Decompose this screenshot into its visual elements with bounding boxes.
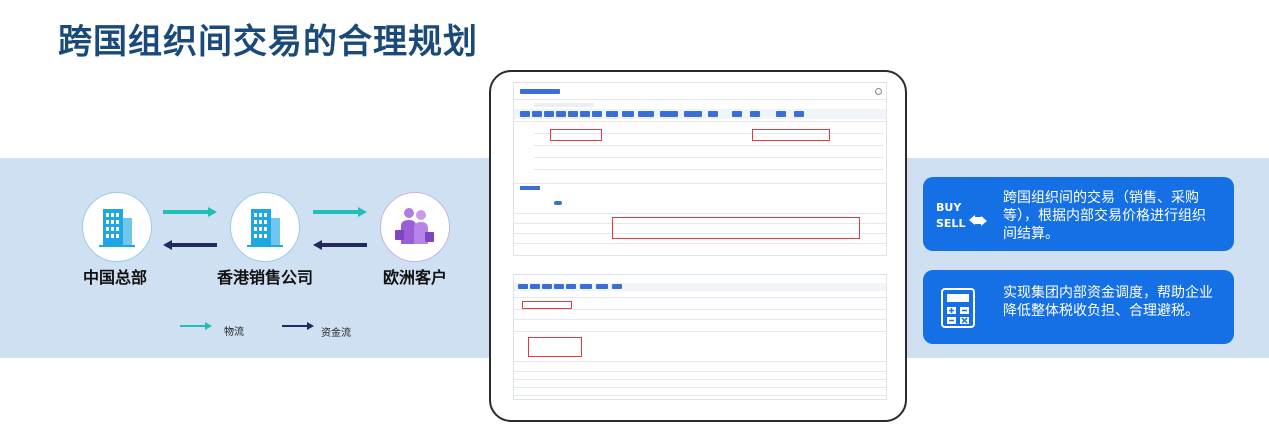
buy-sell-icon: BUY SELL [936, 201, 987, 230]
card-fund-scheduling: 实现集团内部资金调度，帮助企业降低整体税收负担、合理避税。 [923, 270, 1234, 344]
svg-text:SELL: SELL [936, 217, 965, 230]
svg-text:BUY: BUY [936, 201, 962, 214]
legend-goods-label: 物流 [224, 327, 244, 338]
screenshot-frame [489, 70, 907, 422]
building-icon [99, 209, 135, 247]
building-icon [247, 209, 283, 247]
mini-highlight-org [550, 129, 602, 141]
mini-highlight-header [522, 301, 572, 309]
mini-detail-tab [520, 186, 540, 190]
mini-search-icon [875, 88, 882, 95]
mini-toggle [554, 201, 562, 205]
eu-customer-circle [380, 192, 450, 262]
card-fund-scheduling-text: 实现集团内部资金调度，帮助企业降低整体税收负担、合理避税。 [1003, 285, 1213, 319]
card-intercompany-trade-text: 跨国组织间的交易（销售、采购等），根据内部交易价格进行组织间结算。 [1003, 190, 1206, 242]
china-hq-label: 中国总部 [83, 268, 148, 287]
intercompany-order-screenshot [513, 82, 887, 256]
china-hq-circle [82, 192, 152, 262]
calculator-icon [941, 288, 975, 328]
mini-app-logo [520, 89, 560, 94]
intercompany-settlement-screenshot [513, 274, 887, 400]
mini-tab-bar [534, 103, 594, 107]
legend-cash-arrow [282, 322, 314, 330]
cash-flow-arrow-2 [313, 240, 367, 250]
card-intercompany-trade: BUY SELL 跨国组织间的交易（销售、采购等），根据内部交易价格进行组织间结… [923, 177, 1234, 251]
eu-customer-label: 欧洲客户 [383, 268, 448, 287]
hk-sales-circle [230, 192, 300, 262]
mini-highlight-type [752, 129, 830, 141]
mini-highlight-lines [612, 217, 860, 239]
legend-cash-label: 资金流 [321, 328, 351, 339]
goods-flow-arrow-2 [313, 207, 367, 217]
goods-flow-arrow-1 [163, 207, 217, 217]
page-title: 跨国组织间交易的合理规划 [58, 22, 478, 62]
hk-sales-label: 香港销售公司 [217, 268, 314, 287]
mini-highlight-settlement [528, 337, 582, 357]
legend-goods-arrow [180, 322, 212, 330]
business-people-icon [395, 208, 434, 244]
cash-flow-arrow-1 [163, 240, 217, 250]
